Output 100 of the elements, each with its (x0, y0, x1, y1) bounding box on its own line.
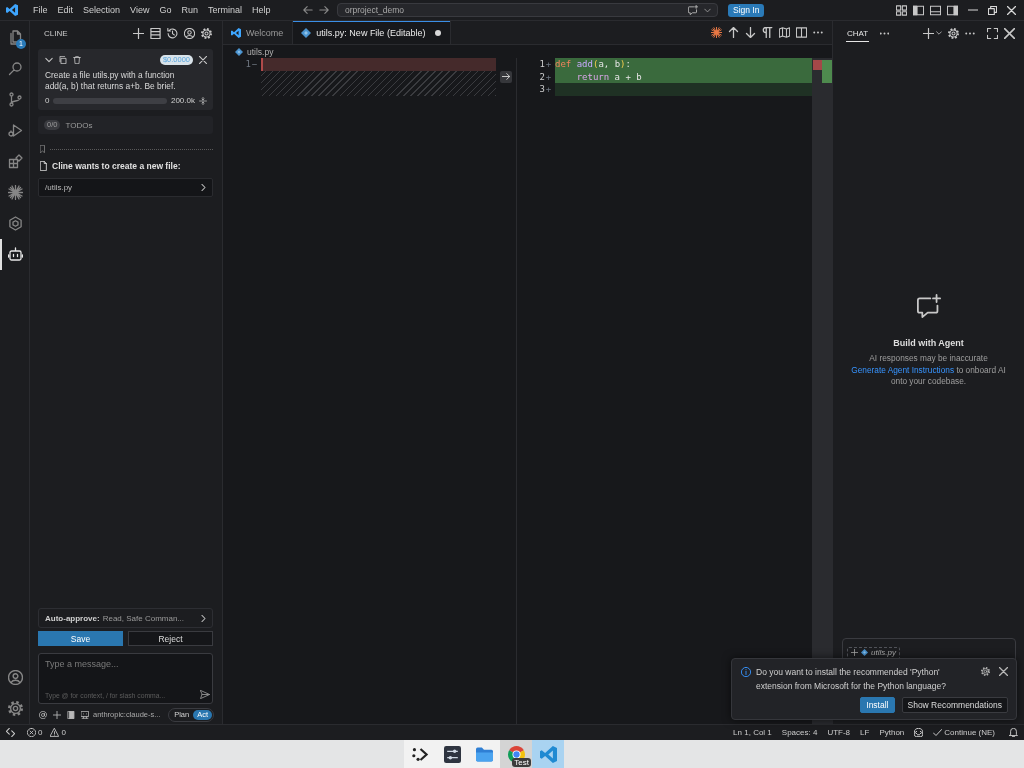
breadcrumb-item[interactable]: utils.py (235, 46, 274, 57)
file-icon (40, 161, 47, 171)
request-title: Cline wants to create a new file: (52, 161, 181, 171)
history-icon[interactable] (167, 27, 178, 39)
arrow-up-icon[interactable] (728, 27, 739, 38)
more-icon[interactable] (813, 31, 823, 34)
menu-item[interactable]: Run (176, 4, 203, 16)
chat-sparkle-icon[interactable] (688, 5, 698, 15)
chat-tab[interactable]: CHAT (846, 24, 870, 42)
maximize-icon[interactable] (987, 27, 998, 39)
stack-icon[interactable] (150, 27, 161, 39)
back-arrow-icon[interactable] (303, 5, 313, 15)
status-item[interactable]: Python (879, 728, 905, 737)
show-recommendations-button[interactable]: Show Recommendations (901, 697, 1008, 713)
auto-approve-bar[interactable]: Auto-approve: Read, Safe Comman... (38, 608, 213, 628)
send-icon[interactable] (200, 690, 210, 699)
plus-icon[interactable] (923, 27, 934, 39)
sliders-icon (443, 745, 461, 763)
close-icon[interactable] (1004, 27, 1015, 39)
install-button[interactable]: Install (860, 697, 895, 713)
book-icon[interactable] (67, 710, 75, 719)
settings-icon[interactable] (201, 27, 212, 39)
check-icon (933, 728, 943, 737)
bottom-panel-icon[interactable] (930, 4, 941, 16)
restore-icon[interactable] (988, 5, 997, 15)
diff-marker: + (545, 83, 552, 96)
file-type-icon (235, 47, 243, 56)
menu-item[interactable]: Terminal (202, 4, 247, 16)
ribbon-logo-icon (6, 4, 18, 16)
starburst-icon (8, 185, 23, 200)
trash-icon[interactable] (73, 55, 81, 64)
command-center-field[interactable]: orproject_demo (337, 3, 718, 17)
save-button[interactable]: Save (38, 631, 123, 646)
plus-icon[interactable] (133, 27, 144, 39)
status-item[interactable]: Ln 1, Col 1 (733, 728, 772, 737)
agent-instructions-link[interactable]: Generate Agent Instructions (851, 364, 955, 375)
line-number: 1 (245, 58, 251, 71)
editor-tab[interactable]: utils.py: New File (Editable) (293, 21, 452, 44)
menu-item[interactable]: File (28, 4, 53, 16)
settings-icon[interactable] (981, 667, 990, 676)
forward-arrow-icon[interactable] (319, 5, 329, 15)
layout-grid-icon[interactable] (896, 4, 907, 16)
line-number: 2 (539, 70, 545, 83)
chevron-right-icon (201, 184, 206, 191)
reject-button[interactable]: Reject (128, 631, 213, 646)
monitor-icon (81, 710, 89, 719)
starburst-icon[interactable] (711, 27, 722, 38)
remote-icon[interactable] (6, 728, 15, 737)
at-sign-icon[interactable] (39, 710, 47, 719)
compress-arrows-icon[interactable] (199, 96, 207, 105)
arrow-button[interactable] (500, 70, 512, 83)
right-sidebar-icon[interactable] (947, 4, 958, 16)
menu-item[interactable]: Edit (52, 4, 79, 16)
copy-icon[interactable] (59, 55, 67, 64)
pilcrow-icon[interactable] (762, 27, 773, 38)
arrow-down-icon[interactable] (745, 27, 756, 38)
robot-face-icon[interactable] (914, 728, 924, 737)
plus-icon[interactable] (53, 710, 61, 719)
status-item[interactable]: LF (860, 728, 870, 737)
more-icon[interactable] (880, 31, 890, 35)
account-icon[interactable] (184, 27, 195, 39)
file-path-row[interactable]: /utils.py (38, 178, 213, 197)
dots-arrow-icon (411, 745, 429, 763)
menu-item[interactable]: Go (154, 4, 177, 16)
taskbar-button[interactable]: Test (500, 740, 532, 768)
warning-count[interactable]: 0 (50, 728, 66, 737)
panel-title: CLINE (44, 28, 68, 38)
menu-item[interactable]: Help (246, 4, 276, 16)
settings-icon[interactable] (948, 27, 959, 39)
close-icon[interactable] (199, 55, 207, 64)
branch-icon (8, 92, 23, 107)
notification-message: Do you want to install the recommended 'Python' extension from Microsoft for the Python language? (756, 666, 947, 693)
settings-icon (8, 701, 23, 716)
status-item[interactable]: Spaces: 4 (781, 728, 818, 737)
bell-icon[interactable] (1009, 728, 1018, 737)
map-icon[interactable] (779, 27, 790, 38)
unsaved-dot-icon[interactable] (435, 29, 442, 36)
menu-item[interactable]: View (125, 4, 155, 16)
chevron-down-icon[interactable] (704, 7, 711, 13)
error-count[interactable]: 0 (27, 728, 43, 737)
chevron-down-icon[interactable] (936, 31, 942, 35)
diff-marker: + (545, 58, 552, 71)
diff-marker: + (545, 70, 552, 83)
profile-badge: Test (512, 758, 531, 767)
warning-icon (50, 728, 60, 737)
ribbon-logo-icon (231, 27, 241, 38)
chevron-down-icon[interactable] (45, 55, 53, 64)
menu-item[interactable]: Selection (78, 4, 126, 16)
close-icon[interactable] (999, 667, 1008, 676)
more-icon[interactable] (965, 31, 975, 35)
bookmark-icon[interactable] (40, 145, 45, 153)
sign-in-button[interactable]: Sign In (728, 3, 765, 17)
status-item[interactable]: UTF-8 (827, 728, 851, 737)
chevron-right-icon (201, 614, 206, 622)
split-editor-icon[interactable] (796, 27, 807, 38)
chat-sparkle-icon (916, 294, 941, 318)
close-icon[interactable] (1007, 5, 1016, 15)
continue-status[interactable]: Continue (NE) (933, 728, 995, 737)
left-sidebar-icon[interactable] (913, 4, 924, 16)
chat-heading: Build with Agent (893, 338, 964, 348)
